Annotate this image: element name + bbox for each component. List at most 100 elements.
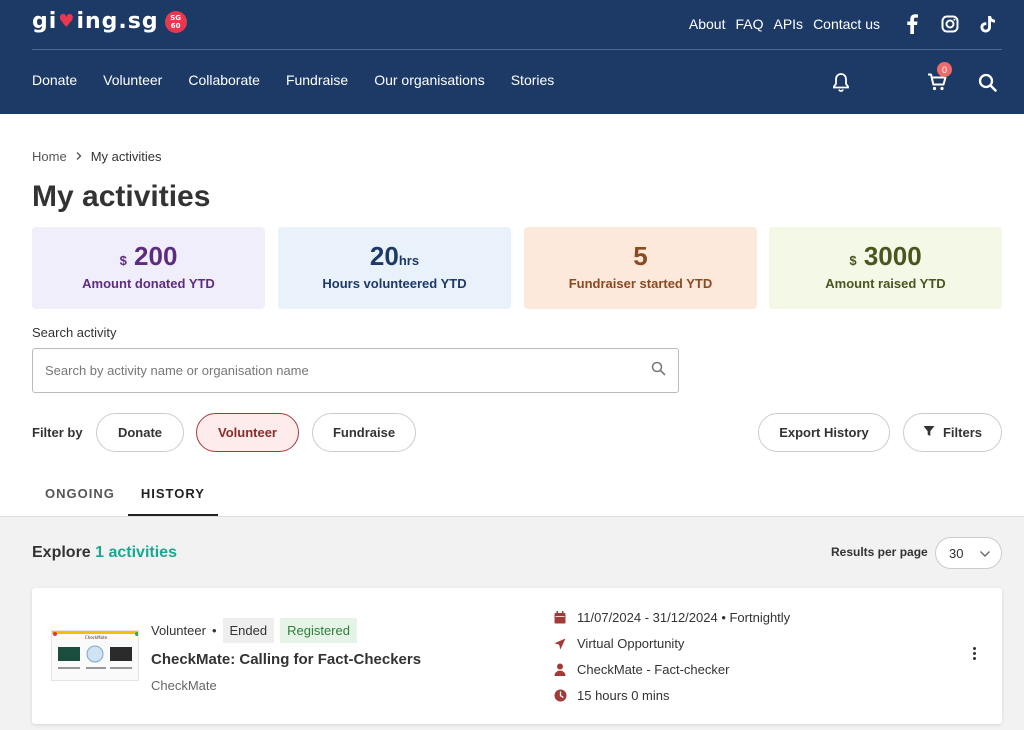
stat-number: 3000 [863, 241, 922, 271]
activity-location-row: Virtual Opportunity [553, 635, 790, 652]
registration-badge: Registered [280, 618, 357, 643]
stat-hours-volunteered: 20hrs Hours volunteered YTD [278, 227, 511, 309]
page-title: My activities [32, 180, 211, 213]
header-divider [32, 49, 1002, 50]
search-box [32, 348, 679, 393]
contact-us-link[interactable]: Contact us [813, 16, 880, 32]
filter-volunteer-button[interactable]: Volunteer [196, 413, 299, 452]
header-icons: 0 [828, 62, 1000, 94]
activity-dates: 11/07/2024 - 31/12/2024 • Fortnightly [577, 610, 791, 625]
filter-donate-button[interactable]: Donate [96, 413, 184, 452]
chevron-down-icon [979, 546, 991, 561]
giving-sg-logo[interactable]: gi ♥ ing.sg SG 60 [32, 9, 187, 34]
results-heading-prefix: Explore [32, 544, 91, 561]
stat-label: Fundraiser started YTD [568, 276, 713, 291]
activity-location: Virtual Opportunity [577, 636, 685, 651]
nav-our-organisations[interactable]: Our organisations [374, 72, 485, 88]
stat-suffix: hrs [398, 253, 420, 268]
activity-hours-row: 15 hours 0 mins [553, 687, 790, 704]
filters-button[interactable]: Filters [903, 413, 1002, 452]
search-label: Search activity [32, 325, 117, 340]
nav-volunteer[interactable]: Volunteer [103, 72, 162, 88]
about-link[interactable]: About [689, 16, 726, 32]
instagram-icon[interactable] [938, 12, 962, 36]
stat-amount-donated: $ 200 Amount donated YTD [32, 227, 265, 309]
heart-icon: ♥ [58, 11, 76, 32]
activity-organisation[interactable]: CheckMate [151, 678, 217, 693]
clock-icon [553, 689, 567, 703]
search-icon[interactable] [651, 361, 666, 381]
social-links [900, 12, 1000, 36]
filter-fundraise-button[interactable]: Fundraise [312, 413, 416, 452]
stat-amount-raised: $ 3000 Amount raised YTD [769, 227, 1002, 309]
chevron-right-icon [75, 149, 83, 166]
nav-stories[interactable]: Stories [511, 72, 555, 88]
stat-value: $ 3000 [769, 241, 1002, 272]
activity-type: Volunteer [151, 623, 206, 638]
activity-details: 11/07/2024 - 31/12/2024 • Fortnightly Vi… [553, 609, 790, 704]
site-header: gi ♥ ing.sg SG 60 About FAQ APIs Contact… [0, 0, 1024, 114]
activity-meta: Volunteer • Ended Registered [151, 618, 357, 643]
meta-separator: • [211, 623, 217, 638]
breadcrumb: Home My activities [32, 149, 161, 166]
results-count: 1 activities [95, 544, 177, 561]
activity-thumbnail: CheckMate [51, 630, 139, 681]
main-nav: Donate Volunteer Collaborate Fundraise O… [32, 72, 554, 88]
breadcrumb-current: My activities [90, 149, 162, 164]
activity-card[interactable]: CheckMate Volunteer • Ended Registered C… [32, 588, 1002, 724]
stat-value: 5 [524, 241, 757, 272]
stat-value: $ 200 [32, 241, 265, 272]
activity-dates-row: 11/07/2024 - 31/12/2024 • Fortnightly [553, 609, 790, 626]
sg60-badge-top: SG [170, 13, 181, 22]
search-input[interactable] [45, 363, 651, 378]
breadcrumb-home[interactable]: Home [32, 149, 67, 166]
activity-title[interactable]: CheckMate: Calling for Fact-Checkers [151, 651, 421, 668]
faq-link[interactable]: FAQ [735, 16, 763, 32]
nav-donate[interactable]: Donate [32, 72, 77, 88]
stat-prefix: $ [119, 253, 127, 268]
stat-fundraiser-started: 5 Fundraiser started YTD [524, 227, 757, 309]
apis-link[interactable]: APIs [773, 16, 803, 32]
stat-prefix: $ [849, 253, 857, 268]
status-badge: Ended [222, 618, 275, 643]
stat-label: Amount donated YTD [82, 276, 215, 291]
filter-funnel-icon [923, 425, 935, 440]
search-icon[interactable] [974, 70, 1000, 94]
activity-role-row: CheckMate - Fact-checker [553, 661, 790, 678]
cart-count-badge: 0 [937, 62, 952, 77]
filter-label: Filter by [32, 425, 83, 440]
results-per-page-select[interactable]: 30 [935, 537, 1002, 569]
top-links: About FAQ APIs Contact us [689, 12, 1000, 36]
calendar-icon [553, 611, 567, 625]
export-history-button[interactable]: Export History [758, 413, 890, 452]
logo-text-start: gi [32, 9, 58, 34]
stat-number: 20 [369, 241, 399, 271]
tab-ongoing[interactable]: ONGOING [32, 478, 128, 516]
results-per-page-value: 30 [949, 545, 964, 561]
results-heading: Explore 1 activities [32, 544, 177, 562]
filters-button-label: Filters [942, 425, 982, 440]
results-per-page-label: Results per page [831, 545, 928, 559]
stat-number: 200 [134, 241, 178, 271]
logo-text-end: ing.sg [76, 9, 159, 34]
activity-tabs: ONGOING HISTORY [32, 478, 218, 516]
stat-label: Hours volunteered YTD [322, 276, 467, 291]
cart-icon[interactable]: 0 [924, 62, 952, 94]
nav-fundraise[interactable]: Fundraise [286, 72, 348, 88]
sg60-badge-bottom: 60 [170, 21, 181, 30]
tiktok-icon[interactable] [976, 12, 1000, 36]
nav-collaborate[interactable]: Collaborate [188, 72, 260, 88]
activity-hours: 15 hours 0 mins [577, 688, 670, 703]
facebook-icon[interactable] [900, 12, 924, 36]
location-arrow-icon [553, 637, 567, 651]
person-icon [553, 663, 567, 677]
thumbnail-caption: CheckMate [85, 635, 108, 640]
tab-history[interactable]: HISTORY [127, 478, 218, 516]
stat-number: 5 [633, 241, 648, 271]
stat-value: 20hrs [278, 241, 511, 272]
more-options-icon[interactable] [966, 643, 982, 663]
stat-label: Amount raised YTD [825, 276, 946, 291]
activity-role: CheckMate - Fact-checker [577, 662, 730, 677]
sg60-badge: SG 60 [164, 10, 187, 33]
bell-icon[interactable] [828, 70, 854, 94]
